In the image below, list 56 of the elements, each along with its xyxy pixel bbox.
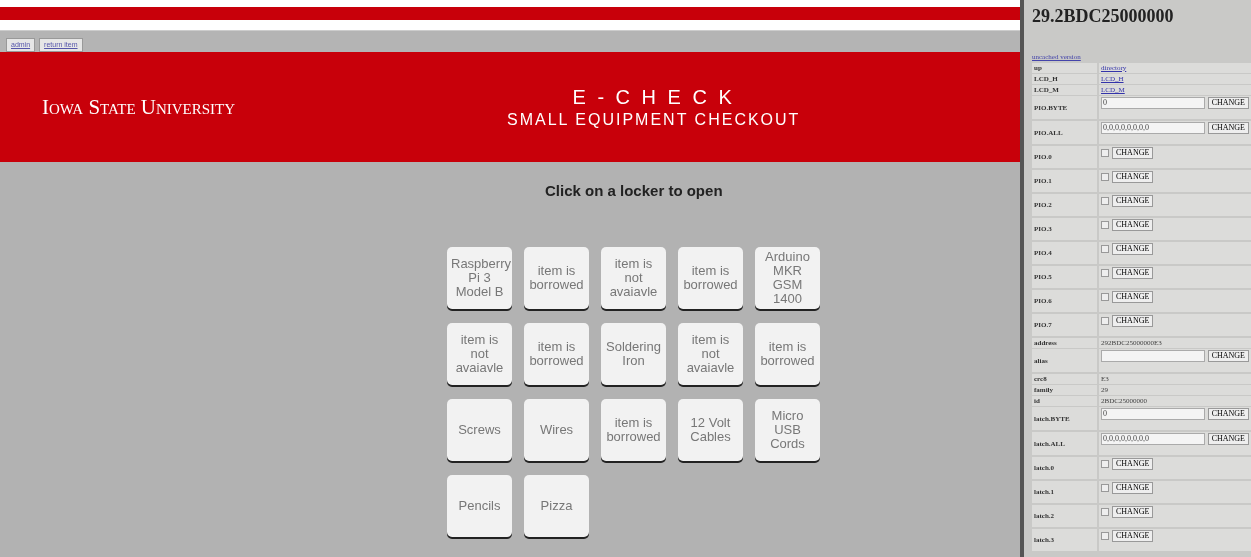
- locker-button[interactable]: Micro USB Cords: [755, 399, 820, 461]
- change-button[interactable]: CHANGE: [1112, 291, 1154, 303]
- value-field[interactable]: 0: [1101, 97, 1205, 109]
- locker-button[interactable]: item is not avaiavle: [678, 323, 743, 385]
- device-title: 29.2BDC25000000: [1032, 6, 1175, 27]
- locker-button[interactable]: item is borrowed: [755, 323, 820, 385]
- checkbox[interactable]: [1101, 173, 1109, 181]
- checkbox[interactable]: [1101, 197, 1109, 205]
- locker-button[interactable]: item is borrowed: [524, 323, 589, 385]
- university-logo: Iowa State University: [42, 94, 237, 120]
- locker-button[interactable]: Raspberry Pi 3 Model B: [447, 247, 512, 309]
- locker-button[interactable]: Pencils: [447, 475, 512, 537]
- value-field[interactable]: 0,0,0,0,0,0,0,0: [1101, 433, 1205, 445]
- locker-button[interactable]: Screws: [447, 399, 512, 461]
- checkbox[interactable]: [1101, 221, 1109, 229]
- app-title: E - C H E C K: [572, 85, 735, 109]
- app-subtitle: SMALL EQUIPMENT CHECKOUT: [507, 110, 801, 129]
- change-button[interactable]: CHANGE: [1207, 97, 1249, 109]
- checkbox[interactable]: [1101, 484, 1109, 492]
- locker-button[interactable]: item is not avaiavle: [601, 247, 666, 309]
- change-button[interactable]: CHANGE: [1112, 147, 1154, 159]
- change-button[interactable]: CHANGE: [1112, 458, 1154, 470]
- checkbox[interactable]: [1101, 245, 1109, 253]
- change-button[interactable]: CHANGE: [1112, 315, 1154, 327]
- locker-button[interactable]: Wires: [524, 399, 589, 461]
- change-button[interactable]: CHANGE: [1112, 506, 1154, 518]
- change-button[interactable]: CHANGE: [1112, 195, 1154, 207]
- locker-button[interactable]: item is borrowed: [678, 247, 743, 309]
- locker-button[interactable]: item is borrowed: [601, 399, 666, 461]
- change-button[interactable]: CHANGE: [1112, 219, 1154, 231]
- change-button[interactable]: CHANGE: [1112, 482, 1154, 494]
- locker-button[interactable]: Pizza: [524, 475, 589, 537]
- checkbox[interactable]: [1101, 149, 1109, 157]
- change-button[interactable]: CHANGE: [1112, 267, 1154, 279]
- change-button[interactable]: CHANGE: [1112, 243, 1154, 255]
- instruction-text: Click on a locker to open: [545, 182, 724, 199]
- checkbox[interactable]: [1101, 293, 1109, 301]
- change-button[interactable]: CHANGE: [1207, 350, 1249, 362]
- checkbox[interactable]: [1101, 269, 1109, 277]
- checkbox[interactable]: [1101, 460, 1109, 468]
- locker-button[interactable]: item is borrowed: [524, 247, 589, 309]
- change-button[interactable]: CHANGE: [1207, 433, 1249, 445]
- locker-button[interactable]: Soldering Iron: [601, 323, 666, 385]
- locker-button[interactable]: item is not avaiavle: [447, 323, 512, 385]
- value-field[interactable]: [1101, 350, 1205, 362]
- checkbox[interactable]: [1101, 508, 1109, 516]
- locker-button[interactable]: Arduino MKR GSM 1400: [755, 247, 820, 309]
- value-field[interactable]: 0,0,0,0,0,0,0,0: [1101, 122, 1205, 134]
- change-button[interactable]: CHANGE: [1207, 122, 1249, 134]
- change-button[interactable]: CHANGE: [1112, 171, 1154, 183]
- change-button[interactable]: CHANGE: [1207, 408, 1249, 420]
- locker-button[interactable]: 12 Volt Cables: [678, 399, 743, 461]
- value-field[interactable]: 0: [1101, 408, 1205, 420]
- checkbox[interactable]: [1101, 317, 1109, 325]
- change-button[interactable]: CHANGE: [1112, 530, 1154, 542]
- checkbox[interactable]: [1101, 532, 1109, 540]
